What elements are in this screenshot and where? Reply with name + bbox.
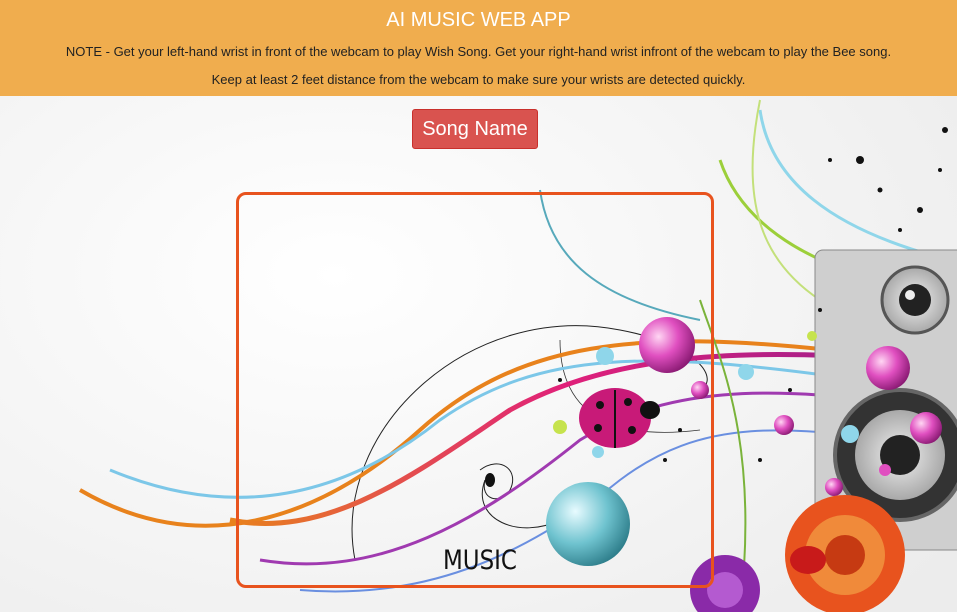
- app-header: AI MUSIC WEB APP NOTE - Get your left-ha…: [0, 0, 957, 96]
- page-title: AI MUSIC WEB APP: [386, 9, 571, 31]
- distance-note: Keep at least 2 feet distance from the w…: [211, 72, 746, 87]
- webcam-frame: [236, 192, 714, 588]
- song-name-button[interactable]: Song Name: [412, 109, 538, 149]
- instruction-note: NOTE - Get your left-hand wrist in front…: [65, 44, 892, 59]
